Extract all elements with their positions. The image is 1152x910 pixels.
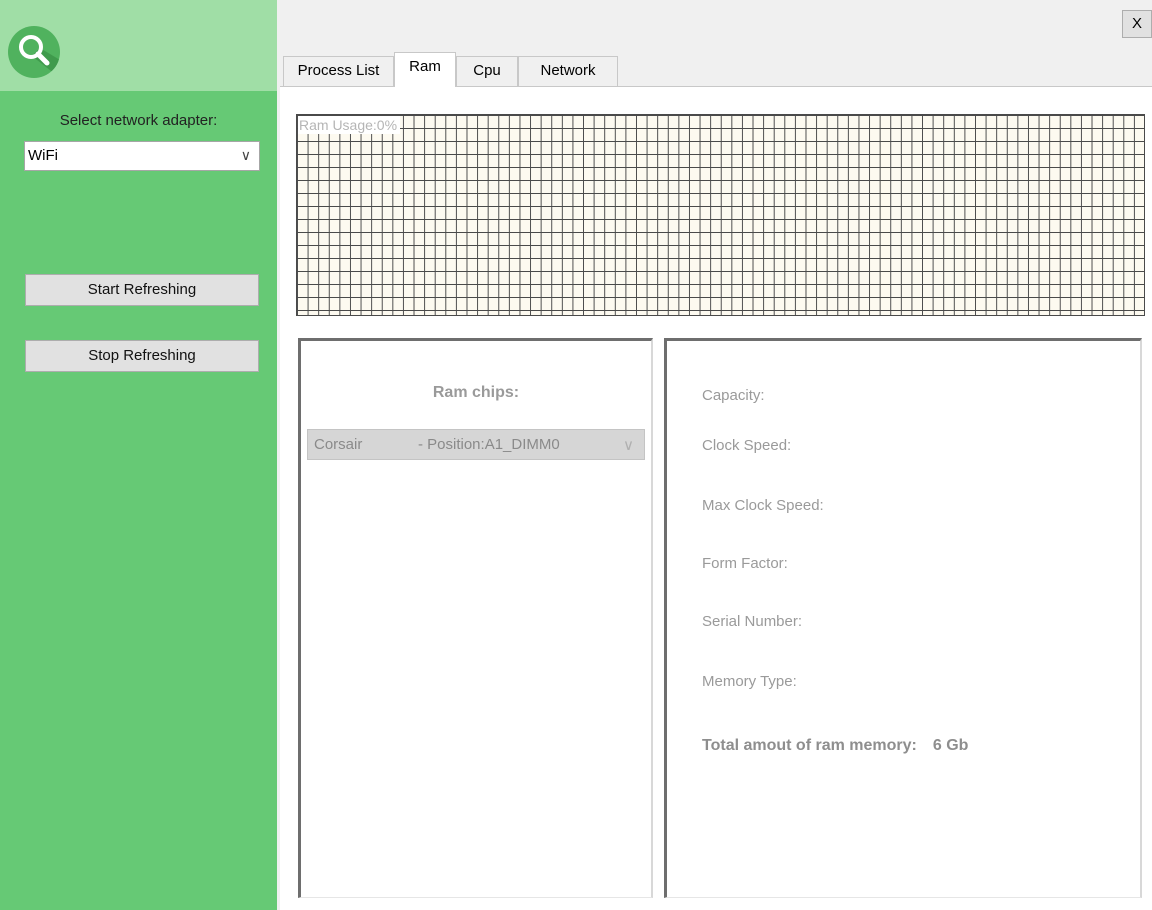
adapter-label: Select network adapter: (59, 112, 218, 129)
chip-position: - Position:A1_DIMM0 (418, 436, 560, 453)
serial-number-label: Serial Number: (702, 613, 803, 630)
ram-usage-label: Ram Usage:0% (298, 116, 401, 134)
tab-ram[interactable]: Ram (394, 52, 456, 87)
clock-speed-label: Clock Speed: (702, 437, 792, 454)
tab-cpu[interactable]: Cpu (456, 56, 518, 86)
memory-type-label: Memory Type: (702, 673, 797, 690)
stop-refreshing-button[interactable]: Stop Refreshing (25, 340, 259, 372)
ram-usage-chart (296, 114, 1145, 316)
total-ram-row: Total amout of ram memory: 6 Gb (702, 737, 968, 755)
ram-chip-select[interactable]: Corsair - Position:A1_DIMM0 ∨ (307, 429, 645, 460)
close-button[interactable]: X (1122, 10, 1152, 38)
network-adapter-select[interactable]: WiFi ∨ (24, 141, 260, 171)
sidebar-header (0, 0, 277, 91)
total-ram-label: Total amout of ram memory: (702, 737, 917, 754)
tab-process-list[interactable]: Process List (283, 56, 394, 86)
chevron-down-icon: ∨ (240, 147, 251, 163)
ram-details-panel: Capacity: Clock Speed: Max Clock Speed: … (664, 338, 1142, 898)
chevron-down-icon: ∨ (623, 437, 634, 454)
ram-chips-panel: Ram chips: Corsair - Position:A1_DIMM0 ∨ (298, 338, 653, 898)
adapter-select-value: WiFi (28, 147, 58, 164)
magnifier-icon (8, 26, 60, 78)
ram-chips-title: Ram chips: (432, 384, 520, 401)
chip-manufacturer: Corsair (314, 436, 363, 453)
form-factor-label: Form Factor: (702, 555, 788, 572)
start-refreshing-button[interactable]: Start Refreshing (25, 274, 259, 306)
total-ram-value: 6 Gb (932, 737, 969, 754)
max-clock-speed-label: Max Clock Speed: (702, 497, 824, 514)
tab-network[interactable]: Network (518, 56, 618, 86)
sidebar: Select network adapter: WiFi ∨ Start Ref… (0, 0, 277, 910)
capacity-label: Capacity: (702, 387, 765, 404)
